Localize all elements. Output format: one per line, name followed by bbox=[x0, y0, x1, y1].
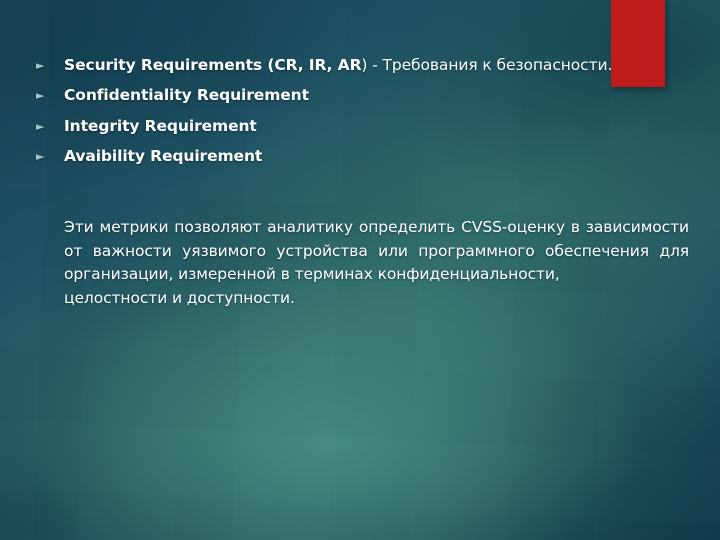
bullet-item-integrity-requirement: ► Integrity Requirement bbox=[36, 116, 684, 136]
bullet-item-label: Integrity Requirement bbox=[64, 116, 257, 135]
bullet-item-label: Confidentiality Requirement bbox=[64, 86, 309, 105]
bullet-item-avaibility-requirement: ► Avaibility Requirement bbox=[36, 146, 684, 166]
slide-content: ► Security Requirements (CR, IR, AR) - Т… bbox=[0, 0, 720, 540]
paragraph-last-line: целостности и доступности. bbox=[64, 288, 295, 307]
bullet-text-normal: ) - Требования к безопасности. bbox=[361, 56, 613, 74]
bullet-text-bold: Security Requirements (CR, IR, AR bbox=[64, 56, 362, 74]
body-paragraph: Эти метрики позволяют аналитику определи… bbox=[64, 216, 689, 310]
bullet-item-confidentiality-requirement: ► Confidentiality Requirement bbox=[36, 85, 684, 105]
arrow-bullet-icon: ► bbox=[36, 59, 45, 72]
bullet-item-label: Avaibility Requirement bbox=[64, 147, 263, 166]
presentation-slide: ► Security Requirements (CR, IR, AR) - Т… bbox=[0, 0, 720, 540]
bullet-list: ► Security Requirements (CR, IR, AR) - Т… bbox=[36, 55, 684, 177]
arrow-bullet-icon: ► bbox=[36, 119, 45, 133]
arrow-bullet-icon: ► bbox=[36, 89, 45, 103]
bullet-item-label: Security Requirements (CR, IR, AR) - Тре… bbox=[64, 55, 684, 75]
arrow-bullet-icon: ► bbox=[36, 150, 45, 164]
paragraph-body-text: Эти метрики позволяют аналитику определи… bbox=[64, 218, 689, 284]
bullet-item-security-requirements: ► Security Requirements (CR, IR, AR) - Т… bbox=[36, 55, 684, 75]
